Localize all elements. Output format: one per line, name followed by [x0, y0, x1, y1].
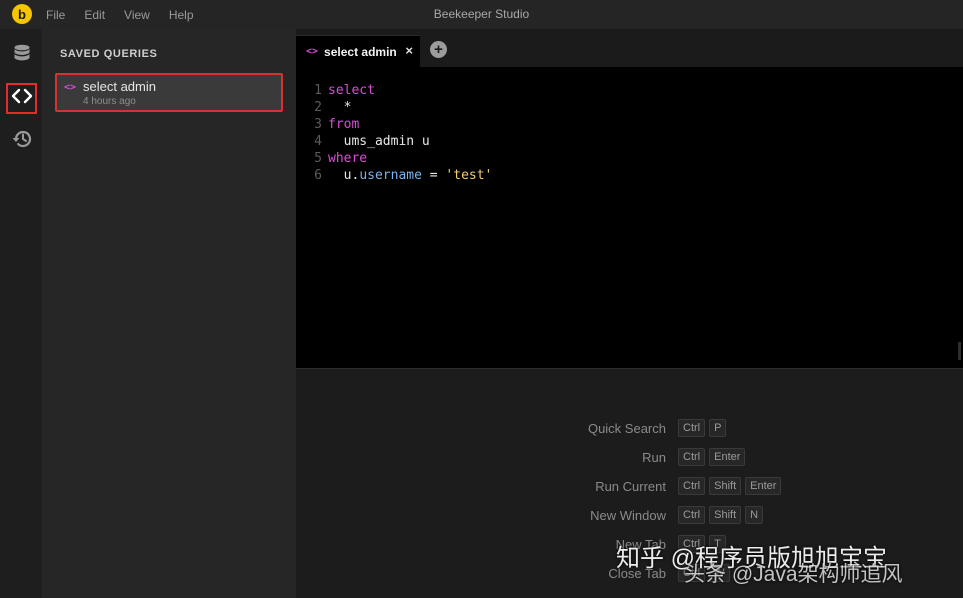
key-cap: T: [709, 535, 726, 553]
tab-select-admin[interactable]: <> select admin ×: [296, 35, 420, 67]
sql-keyword: where: [328, 151, 368, 166]
query-code-icon: <>: [64, 82, 77, 93]
code-text: u.username = 'test': [328, 167, 493, 184]
rail-queries-button[interactable]: [6, 83, 37, 114]
key-cap: Ctrl: [678, 535, 706, 553]
saved-query-time: 4 hours ago: [83, 96, 136, 107]
code-text: ums_admin u: [328, 133, 430, 150]
key-cap: Enter: [709, 448, 746, 466]
rail-connections-button[interactable]: [6, 40, 37, 71]
shortcut-keys: Ctrl P: [678, 419, 730, 437]
sql-string: 'test': [445, 168, 493, 183]
key-cap: Ctrl: [678, 448, 706, 466]
new-tab-plus-icon[interactable]: +: [430, 41, 447, 58]
code-text: from: [328, 116, 359, 133]
tab-label: select admin: [324, 44, 397, 59]
shortcut-row: Run Current Ctrl Shift Enter: [296, 477, 963, 497]
title-bar: b File Edit View Help Beekeeper Studio: [0, 0, 963, 29]
shortcut-keys: Ctrl T: [678, 535, 730, 553]
line-number: 2: [314, 100, 322, 115]
menu-bar: File Edit View Help: [46, 0, 213, 29]
line-number: 6: [314, 168, 322, 183]
history-icon: [11, 129, 33, 154]
line-number: 4: [314, 134, 322, 149]
key-cap: Ctrl: [678, 419, 706, 437]
tab-code-icon: <>: [306, 46, 319, 57]
sql-token: *: [328, 100, 352, 115]
saved-query-item[interactable]: <> select admin 4 hours ago: [55, 73, 283, 112]
shortcuts-panel: Quick Search Ctrl P Run Ctrl Enter Run Current…: [296, 369, 963, 598]
line-number: 5: [314, 151, 322, 166]
sql-token: ums_admin u: [328, 134, 430, 149]
shortcut-keys: Ctrl W: [678, 564, 734, 582]
shortcut-row: New Window Ctrl Shift N: [296, 506, 963, 526]
editor-scroll-indicator[interactable]: [958, 342, 961, 360]
code-text: select: [328, 82, 375, 99]
activity-rail: [0, 29, 42, 598]
shortcut-row: New Tab Ctrl T: [296, 535, 963, 555]
sql-keyword: from: [328, 117, 360, 132]
key-cap: W: [709, 564, 730, 582]
beekeeper-logo-icon: b: [12, 4, 32, 24]
line-number: 1: [314, 83, 322, 98]
shortcut-label: Run Current: [595, 479, 666, 494]
rail-history-button[interactable]: [6, 126, 37, 157]
sql-editor[interactable]: 1 select 2 * 3 from 4 ums_admin u 5 where 6 u.us…: [296, 67, 963, 368]
key-cap: Enter: [745, 477, 782, 495]
sidebar-heading: SAVED QUERIES: [60, 48, 158, 60]
menu-view[interactable]: View: [124, 8, 150, 22]
code-icon: [11, 88, 33, 109]
saved-query-title: select admin: [83, 79, 156, 94]
sql-keyword: select: [328, 83, 375, 98]
shortcut-keys: Ctrl Shift Enter: [678, 477, 785, 495]
shortcut-label: New Window: [590, 508, 666, 523]
shortcut-label: Close Tab: [608, 566, 666, 581]
key-cap: P: [709, 419, 727, 437]
key-cap: Shift: [709, 477, 742, 495]
menu-file[interactable]: File: [46, 8, 65, 22]
sql-token: =: [421, 168, 446, 183]
shortcut-row: Close Tab Ctrl W: [296, 564, 963, 584]
tab-bar: <> select admin × +: [296, 29, 963, 67]
shortcut-label: New Tab: [615, 537, 666, 552]
shortcut-keys: Ctrl Enter: [678, 448, 749, 466]
key-cap: N: [745, 506, 764, 524]
saved-queries-sidebar: SAVED QUERIES <> select admin 4 hours ag…: [42, 29, 296, 598]
key-cap: Ctrl: [678, 506, 706, 524]
shortcut-row: Quick Search Ctrl P: [296, 419, 963, 439]
key-cap: Shift: [709, 506, 742, 524]
sql-column: username: [359, 168, 422, 183]
key-cap: Ctrl: [678, 477, 706, 495]
database-icon: [12, 43, 32, 68]
code-text: where: [328, 150, 367, 167]
code-text: *: [328, 99, 352, 116]
sql-token: u.: [328, 168, 360, 183]
shortcut-keys: Ctrl Shift N: [678, 506, 767, 524]
shortcut-label: Run: [642, 450, 666, 465]
shortcut-row: Run Ctrl Enter: [296, 448, 963, 468]
menu-help[interactable]: Help: [169, 8, 194, 22]
close-tab-icon[interactable]: ×: [405, 43, 413, 58]
menu-edit[interactable]: Edit: [84, 8, 105, 22]
key-cap: Ctrl: [678, 564, 706, 582]
shortcut-label: Quick Search: [587, 421, 666, 436]
line-number: 3: [314, 117, 322, 132]
